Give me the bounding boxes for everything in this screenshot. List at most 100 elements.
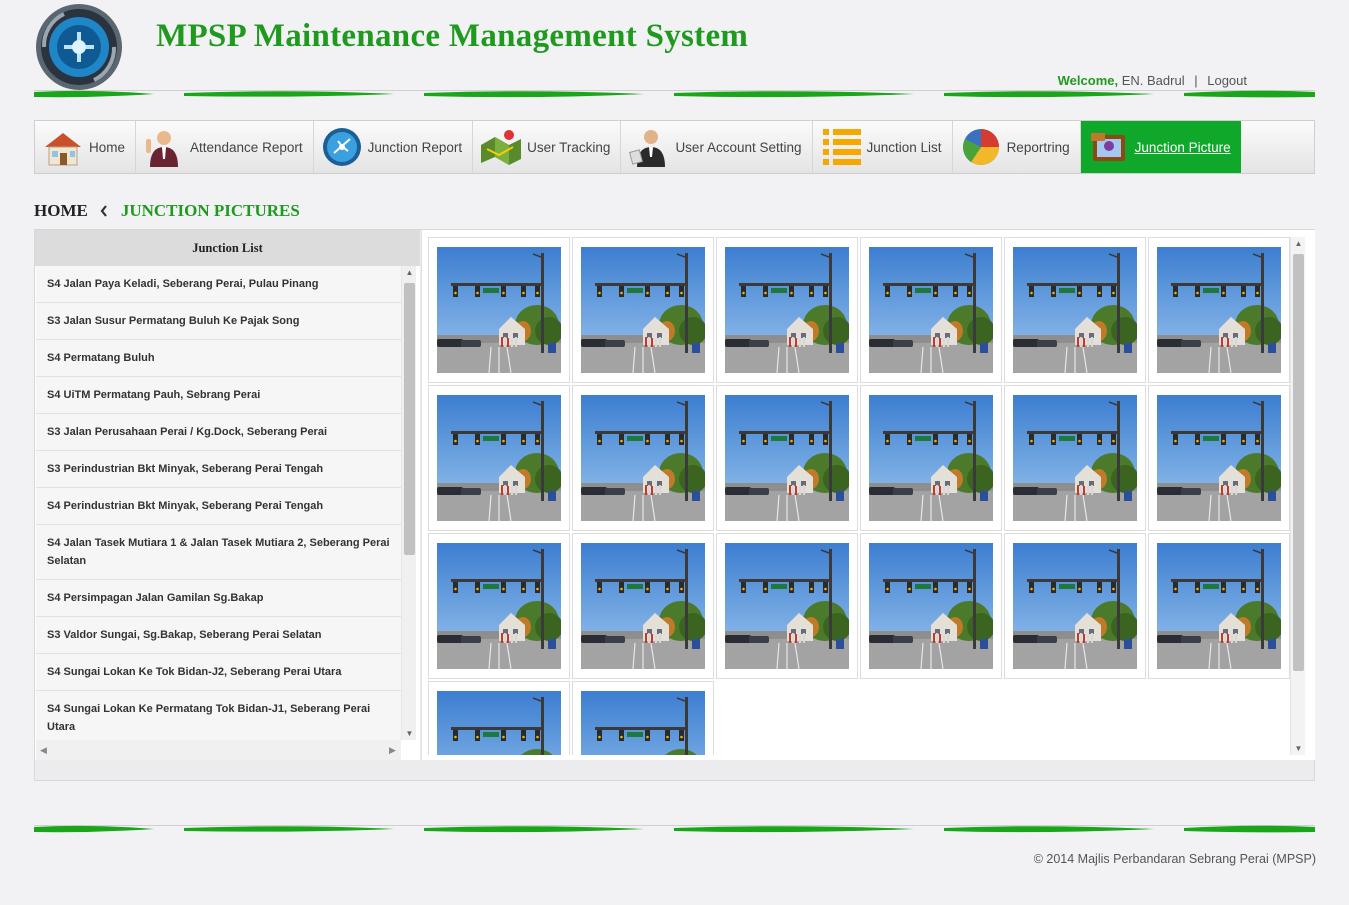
traffic-light-photo — [725, 395, 849, 521]
nav-user-account-setting-label: User Account Setting — [675, 139, 802, 155]
nav-junction-report-label: Junction Report — [367, 139, 463, 155]
junction-list-item[interactable]: S3 Jalan Susur Permatang Buluh Ke Pajak … — [36, 303, 401, 340]
junction-list-item[interactable]: S3 Perindustrian Bkt Minyak, Seberang Pe… — [36, 451, 401, 488]
breadcrumb: HOME JUNCTION PICTURES — [34, 201, 300, 221]
junction-list-body: S4 Jalan Paya Keladi, Seberang Perai, Pu… — [35, 266, 420, 760]
junction-list-item[interactable]: S4 Persimpagan Jalan Gamilan Sg.Bakap — [36, 580, 401, 617]
junction-list-vertical-scrollbar[interactable]: ▲ ▼ — [401, 266, 416, 740]
junction-pictures-panel: ▲ ▼ — [421, 230, 1315, 760]
pictures-scroll-thumb[interactable] — [1293, 254, 1304, 671]
welcome-label: Welcome, — [1057, 73, 1119, 88]
junction-picture-thumbnail[interactable] — [428, 681, 570, 755]
header-divider — [34, 90, 1315, 98]
scroll-up-arrow-icon[interactable]: ▲ — [1291, 237, 1306, 250]
junction-picture-thumbnail[interactable] — [428, 385, 570, 531]
nav-user-tracking[interactable]: User Tracking — [473, 121, 622, 173]
traffic-light-photo — [725, 543, 849, 669]
junction-list-item[interactable]: S4 UiTM Permatang Pauh, Sebrang Perai — [36, 377, 401, 414]
house-icon — [45, 133, 81, 166]
junction-picture-thumbnail[interactable] — [428, 533, 570, 679]
nav-attendance-report-label: Attendance Report — [190, 139, 303, 155]
junction-picture-thumbnail[interactable] — [716, 385, 858, 531]
traffic-light-photo — [581, 247, 705, 373]
traffic-light-photo — [1157, 543, 1281, 669]
nav-junction-report[interactable]: Junction Report — [314, 121, 474, 173]
nav-junction-list[interactable]: Junction List — [813, 121, 953, 173]
junction-picture-thumbnail[interactable] — [572, 237, 714, 383]
junction-list-item[interactable]: S4 Perindustrian Bkt Minyak, Seberang Pe… — [36, 488, 401, 525]
junction-picture-thumbnail[interactable] — [572, 385, 714, 531]
traffic-light-photo — [581, 691, 705, 755]
junction-list: S4 Jalan Paya Keladi, Seberang Perai, Pu… — [36, 266, 401, 760]
nav-junction-list-label: Junction List — [866, 139, 942, 155]
junction-picture-thumbnail[interactable] — [860, 237, 1002, 383]
traffic-light-photo — [581, 395, 705, 521]
junction-list-panel: Junction List S4 Jalan Paya Keladi, Sebe… — [35, 230, 420, 760]
traffic-light-photo — [437, 691, 561, 755]
scroll-up-arrow-icon[interactable]: ▲ — [402, 266, 417, 279]
junction-picture-thumbnail[interactable] — [1148, 533, 1290, 679]
pictures-viewport — [428, 237, 1290, 755]
user-name: EN. Badrul — [1121, 73, 1185, 88]
traffic-light-photo — [437, 247, 561, 373]
footer-copyright: © 2014 Majlis Perbandaran Sebrang Perai … — [1033, 852, 1316, 866]
traffic-light-photo — [1013, 247, 1137, 373]
app-title: MPSP Maintenance Management System — [156, 18, 749, 54]
footer-divider — [34, 825, 1315, 833]
nav-home[interactable]: Home — [35, 121, 137, 173]
satellite-icon — [322, 128, 361, 166]
nav-attendance-report[interactable]: Attendance Report — [136, 121, 314, 173]
traffic-light-photo — [1013, 543, 1137, 669]
logout-link[interactable]: Logout — [1207, 73, 1247, 88]
junction-picture-thumbnail[interactable] — [1148, 237, 1290, 383]
junction-picture-thumbnail[interactable] — [1004, 237, 1146, 383]
junction-list-item[interactable]: S3 Valdor Sungai, Sg.Bakap, Seberang Per… — [36, 617, 401, 654]
traffic-light-photo — [437, 543, 561, 669]
scroll-left-arrow-icon[interactable]: ◀ — [40, 740, 47, 760]
junction-picture-thumbnail[interactable] — [1004, 385, 1146, 531]
nav-user-tracking-label: User Tracking — [527, 139, 611, 155]
junction-list-item[interactable]: S3 Jalan Perusahaan Perai / Kg.Dock, Seb… — [36, 414, 401, 451]
junction-picture-thumbnail[interactable] — [1148, 385, 1290, 531]
breadcrumb-home[interactable]: HOME — [34, 201, 88, 221]
junction-list-item[interactable]: S4 Permatang Buluh — [36, 340, 401, 377]
nav-home-label: Home — [89, 139, 126, 155]
nav-user-account-setting[interactable]: User Account Setting — [621, 121, 813, 173]
nav-reporting[interactable]: Reportring — [953, 121, 1081, 173]
picture-icon — [1090, 133, 1125, 161]
junction-list-horizontal-scrollbar[interactable]: ◀ ▶ — [36, 740, 401, 760]
junction-list-item[interactable]: S4 Jalan Tasek Mutiara 1 & Jalan Tasek M… — [36, 525, 401, 580]
nav-junction-picture-label: Junction Picture — [1134, 139, 1231, 155]
junction-picture-thumbnail[interactable] — [572, 681, 714, 755]
traffic-light-photo — [1157, 395, 1281, 521]
traffic-light-photo — [1157, 247, 1281, 373]
nav-junction-picture[interactable]: Junction Picture — [1080, 121, 1241, 173]
user-account-icon — [629, 130, 666, 167]
junction-picture-thumbnail[interactable] — [860, 533, 1002, 679]
junction-picture-thumbnail[interactable] — [428, 237, 570, 383]
junction-list-header: Junction List — [35, 230, 420, 266]
traffic-light-photo — [869, 247, 993, 373]
traffic-light-photo — [581, 543, 705, 669]
map-tracking-icon — [481, 130, 522, 165]
junction-list-scroll-thumb[interactable] — [404, 283, 415, 555]
junction-list-item[interactable]: S4 Jalan Paya Keladi, Seberang Perai, Pu… — [36, 266, 401, 303]
junction-list-item[interactable]: S4 Sungai Lokan Ke Tok Bidan-J2, Seberan… — [36, 654, 401, 691]
junction-picture-thumbnail[interactable] — [716, 533, 858, 679]
app-logo — [34, 2, 124, 92]
traffic-light-photo — [869, 395, 993, 521]
junction-picture-thumbnail[interactable] — [1004, 533, 1146, 679]
breadcrumb-current: JUNCTION PICTURES — [120, 201, 300, 220]
junction-picture-thumbnail[interactable] — [860, 385, 1002, 531]
traffic-light-photo — [725, 247, 849, 373]
chevron-left-icon — [100, 205, 107, 217]
scroll-right-arrow-icon[interactable]: ▶ — [389, 740, 396, 760]
junction-picture-thumbnail[interactable] — [572, 533, 714, 679]
user-bar-separator: | — [1194, 73, 1198, 88]
scroll-down-arrow-icon[interactable]: ▼ — [1291, 742, 1306, 755]
scroll-down-arrow-icon[interactable]: ▼ — [402, 727, 417, 740]
pictures-vertical-scrollbar[interactable]: ▲ ▼ — [1290, 237, 1305, 755]
junction-list-item[interactable]: S4 Sungai Lokan Ke Permatang Tok Bidan-J… — [36, 691, 401, 746]
junction-picture-thumbnail[interactable] — [716, 237, 858, 383]
nav-reporting-label: Reportring — [1006, 139, 1070, 155]
